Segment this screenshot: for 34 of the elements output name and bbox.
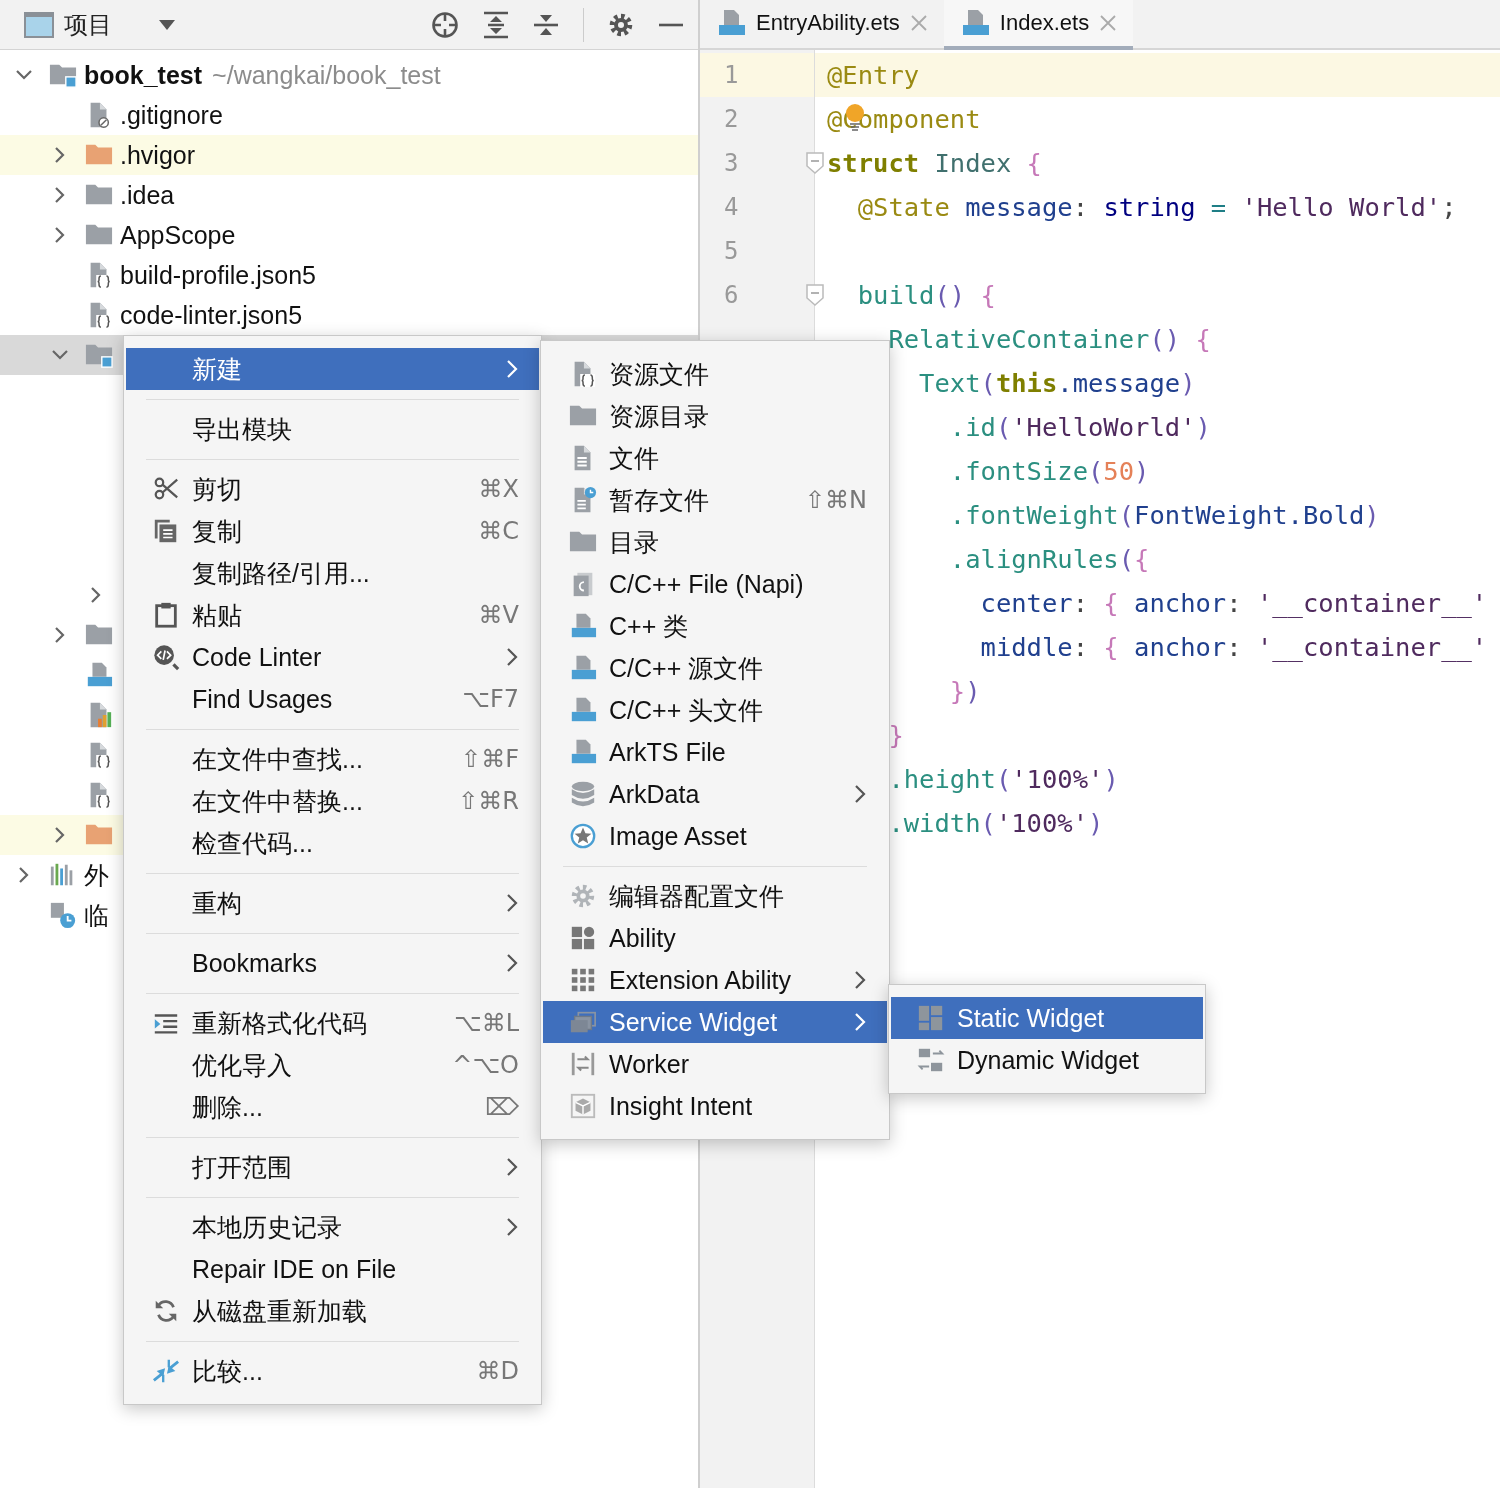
line-number: 6 xyxy=(724,281,739,309)
code-line: Text(this.message) xyxy=(918,368,1196,398)
code-line: @Component xyxy=(827,104,981,134)
code-line: }) xyxy=(948,676,981,706)
line-number: 1 xyxy=(724,61,739,89)
shortcut-label: ⌥F7 xyxy=(462,685,519,713)
line-number: 2 xyxy=(724,105,739,133)
code-line: .fontWeight(FontWeight.Bold) xyxy=(948,500,1380,530)
code-line: middle: { anchor: '__container__' xyxy=(979,632,1488,662)
shortcut-label: ⌘D xyxy=(476,1357,519,1385)
shortcut-label: ⌥⌘L xyxy=(453,1009,519,1037)
code-line: struct Index { xyxy=(827,148,1042,178)
code-line: .height('100%') xyxy=(887,764,1119,794)
shortcut-label: ⇧⌘R xyxy=(458,787,519,815)
shortcut-label: ⌘C xyxy=(478,517,519,545)
shortcut-label: ⇧⌘F xyxy=(461,745,519,773)
line-number: 4 xyxy=(724,193,739,221)
code-line: .width('100%') xyxy=(887,808,1104,838)
shortcut-label: ^⌥O xyxy=(452,1051,519,1079)
code-line: .id('HelloWorld') xyxy=(948,412,1211,442)
shortcut-label: ⇧⌘N xyxy=(804,486,867,514)
code-line: center: { anchor: '__container__' xyxy=(979,588,1488,618)
shortcut-label: ⌘V xyxy=(478,601,519,629)
shortcut-label: ⌦ xyxy=(485,1093,519,1121)
code-line: RelativeContainer() { xyxy=(887,324,1211,354)
code-line: @Entry xyxy=(827,60,920,90)
code-line: @State message: string = 'Hello World'; xyxy=(856,192,1457,222)
shortcut-label: ⌘X xyxy=(478,475,519,503)
code-line: .fontSize(50) xyxy=(948,456,1150,486)
code-line: } xyxy=(887,720,904,750)
code-line: build() { xyxy=(856,280,996,310)
line-number: 3 xyxy=(724,149,739,177)
code-line: .alignRules({ xyxy=(948,544,1150,574)
line-number: 5 xyxy=(724,237,739,265)
